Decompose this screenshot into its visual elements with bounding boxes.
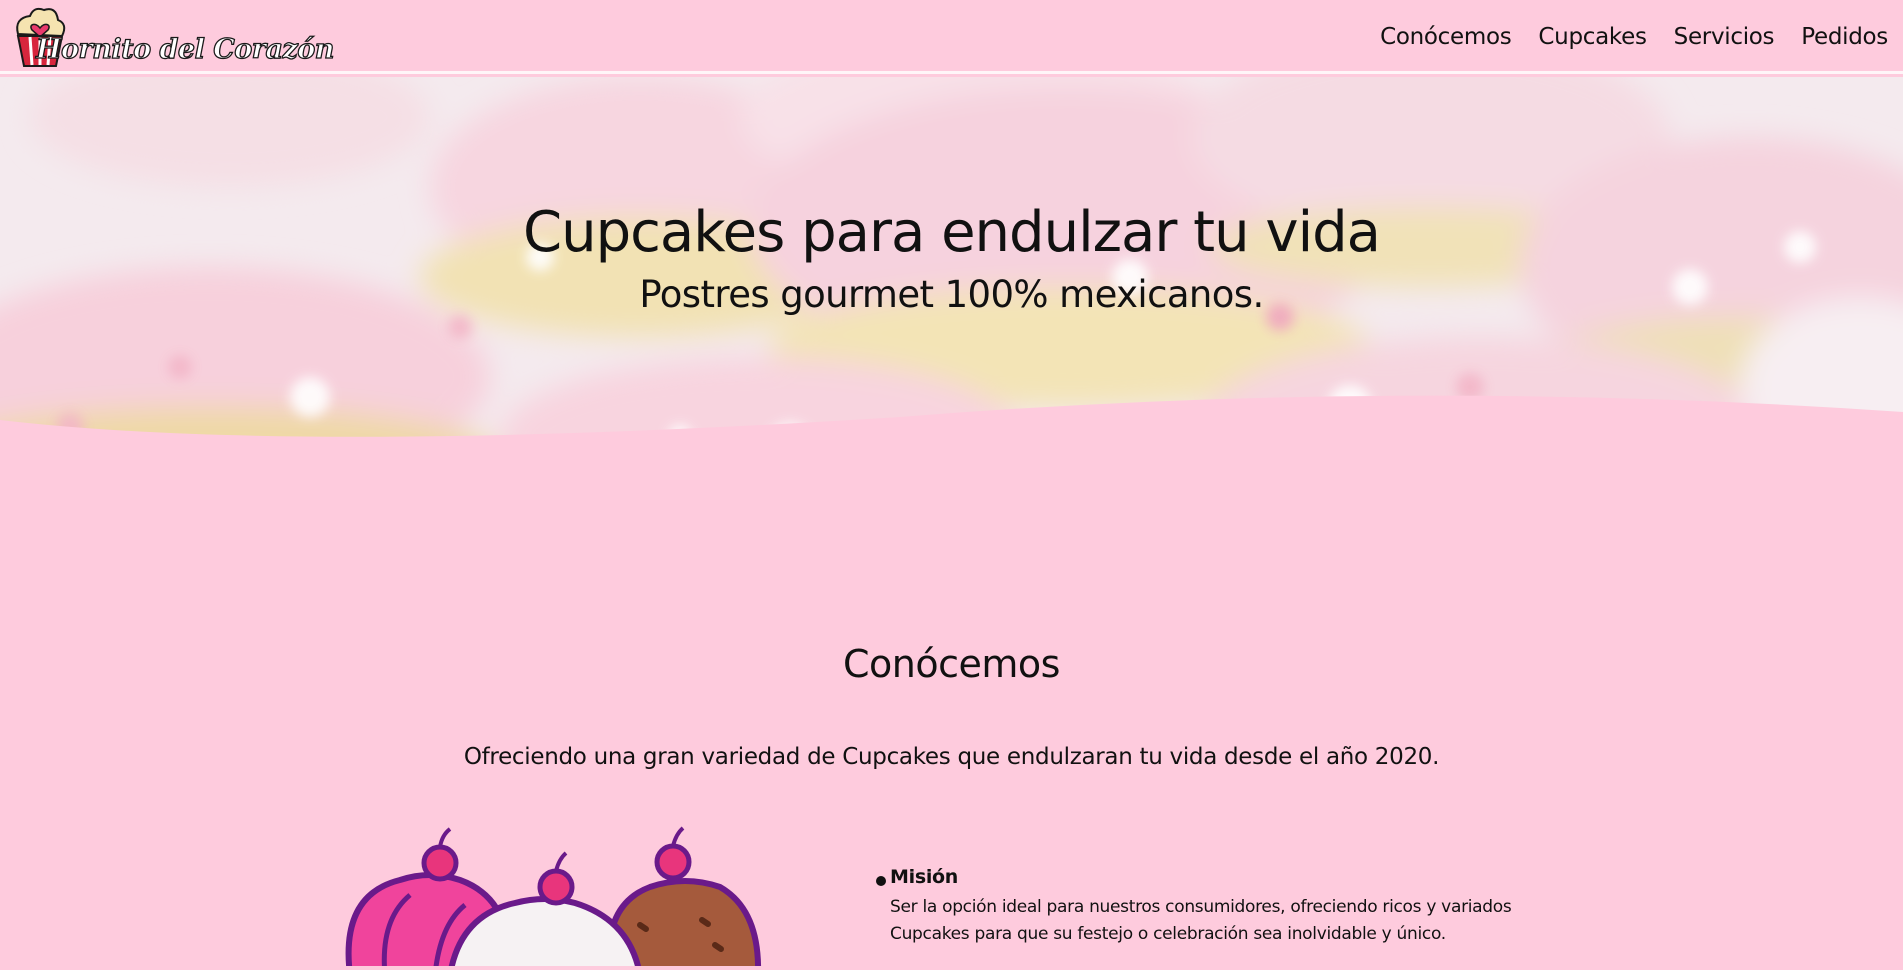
- top-navbar: Hornito del Corazón Conócemos Cupcakes S…: [0, 0, 1903, 74]
- hero-subtitle: Postres gourmet 100% mexicanos.: [639, 273, 1264, 316]
- bullet-icon: [876, 876, 886, 886]
- brand-name: Hornito del Corazón: [35, 33, 335, 65]
- hero-title: Cupcakes para endulzar tu vida: [522, 200, 1381, 265]
- main-nav: Conócemos Cupcakes Servicios Pedidos: [1380, 0, 1903, 74]
- about-section-title: Conócemos: [843, 642, 1060, 686]
- three-cupcakes-illustration: [340, 825, 780, 970]
- brand-logo[interactable]: Hornito del Corazón: [10, 4, 335, 70]
- hero-banner: Cupcakes para endulzar tu vida Postres g…: [0, 77, 1903, 537]
- nav-item-conocemos[interactable]: Conócemos: [1380, 24, 1512, 50]
- mission-title: Misión: [890, 866, 959, 888]
- nav-item-servicios[interactable]: Servicios: [1674, 24, 1775, 50]
- mission-text: Ser la opción ideal para nuestros consum…: [890, 897, 1512, 944]
- about-section-text: Ofreciendo una gran variedad de Cupcakes…: [463, 744, 1440, 770]
- nav-item-pedidos[interactable]: Pedidos: [1801, 24, 1888, 50]
- nav-item-cupcakes[interactable]: Cupcakes: [1538, 24, 1647, 50]
